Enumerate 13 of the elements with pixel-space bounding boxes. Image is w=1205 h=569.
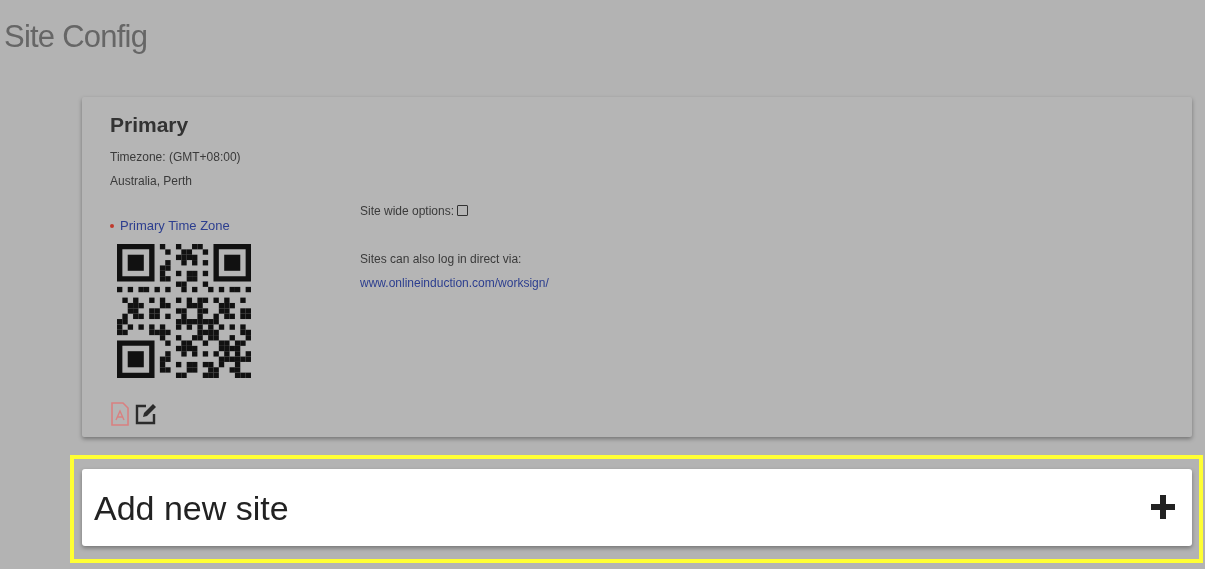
edit-icon[interactable] (134, 402, 158, 425)
timezone-city: Australia, Perth (110, 173, 194, 190)
site-wide-options-checkbox[interactable] (457, 205, 469, 216)
login-note: Sites can also log in direct via: (360, 250, 523, 268)
site-name: Primary (110, 111, 190, 138)
add-new-site-button[interactable]: Add new site (82, 468, 1192, 546)
site-wide-options-label: Site wide options: (360, 202, 455, 220)
primary-time-zone-link[interactable]: Primary Time Zone (120, 216, 230, 236)
page-title: Site Config (4, 19, 148, 54)
bullet-icon (110, 223, 114, 228)
login-url-link[interactable]: www.onlineinduction.com/worksign/ (360, 273, 549, 292)
timezone-text: Timezone: (GMT+08:00) (110, 149, 242, 166)
plus-icon (1149, 493, 1177, 521)
